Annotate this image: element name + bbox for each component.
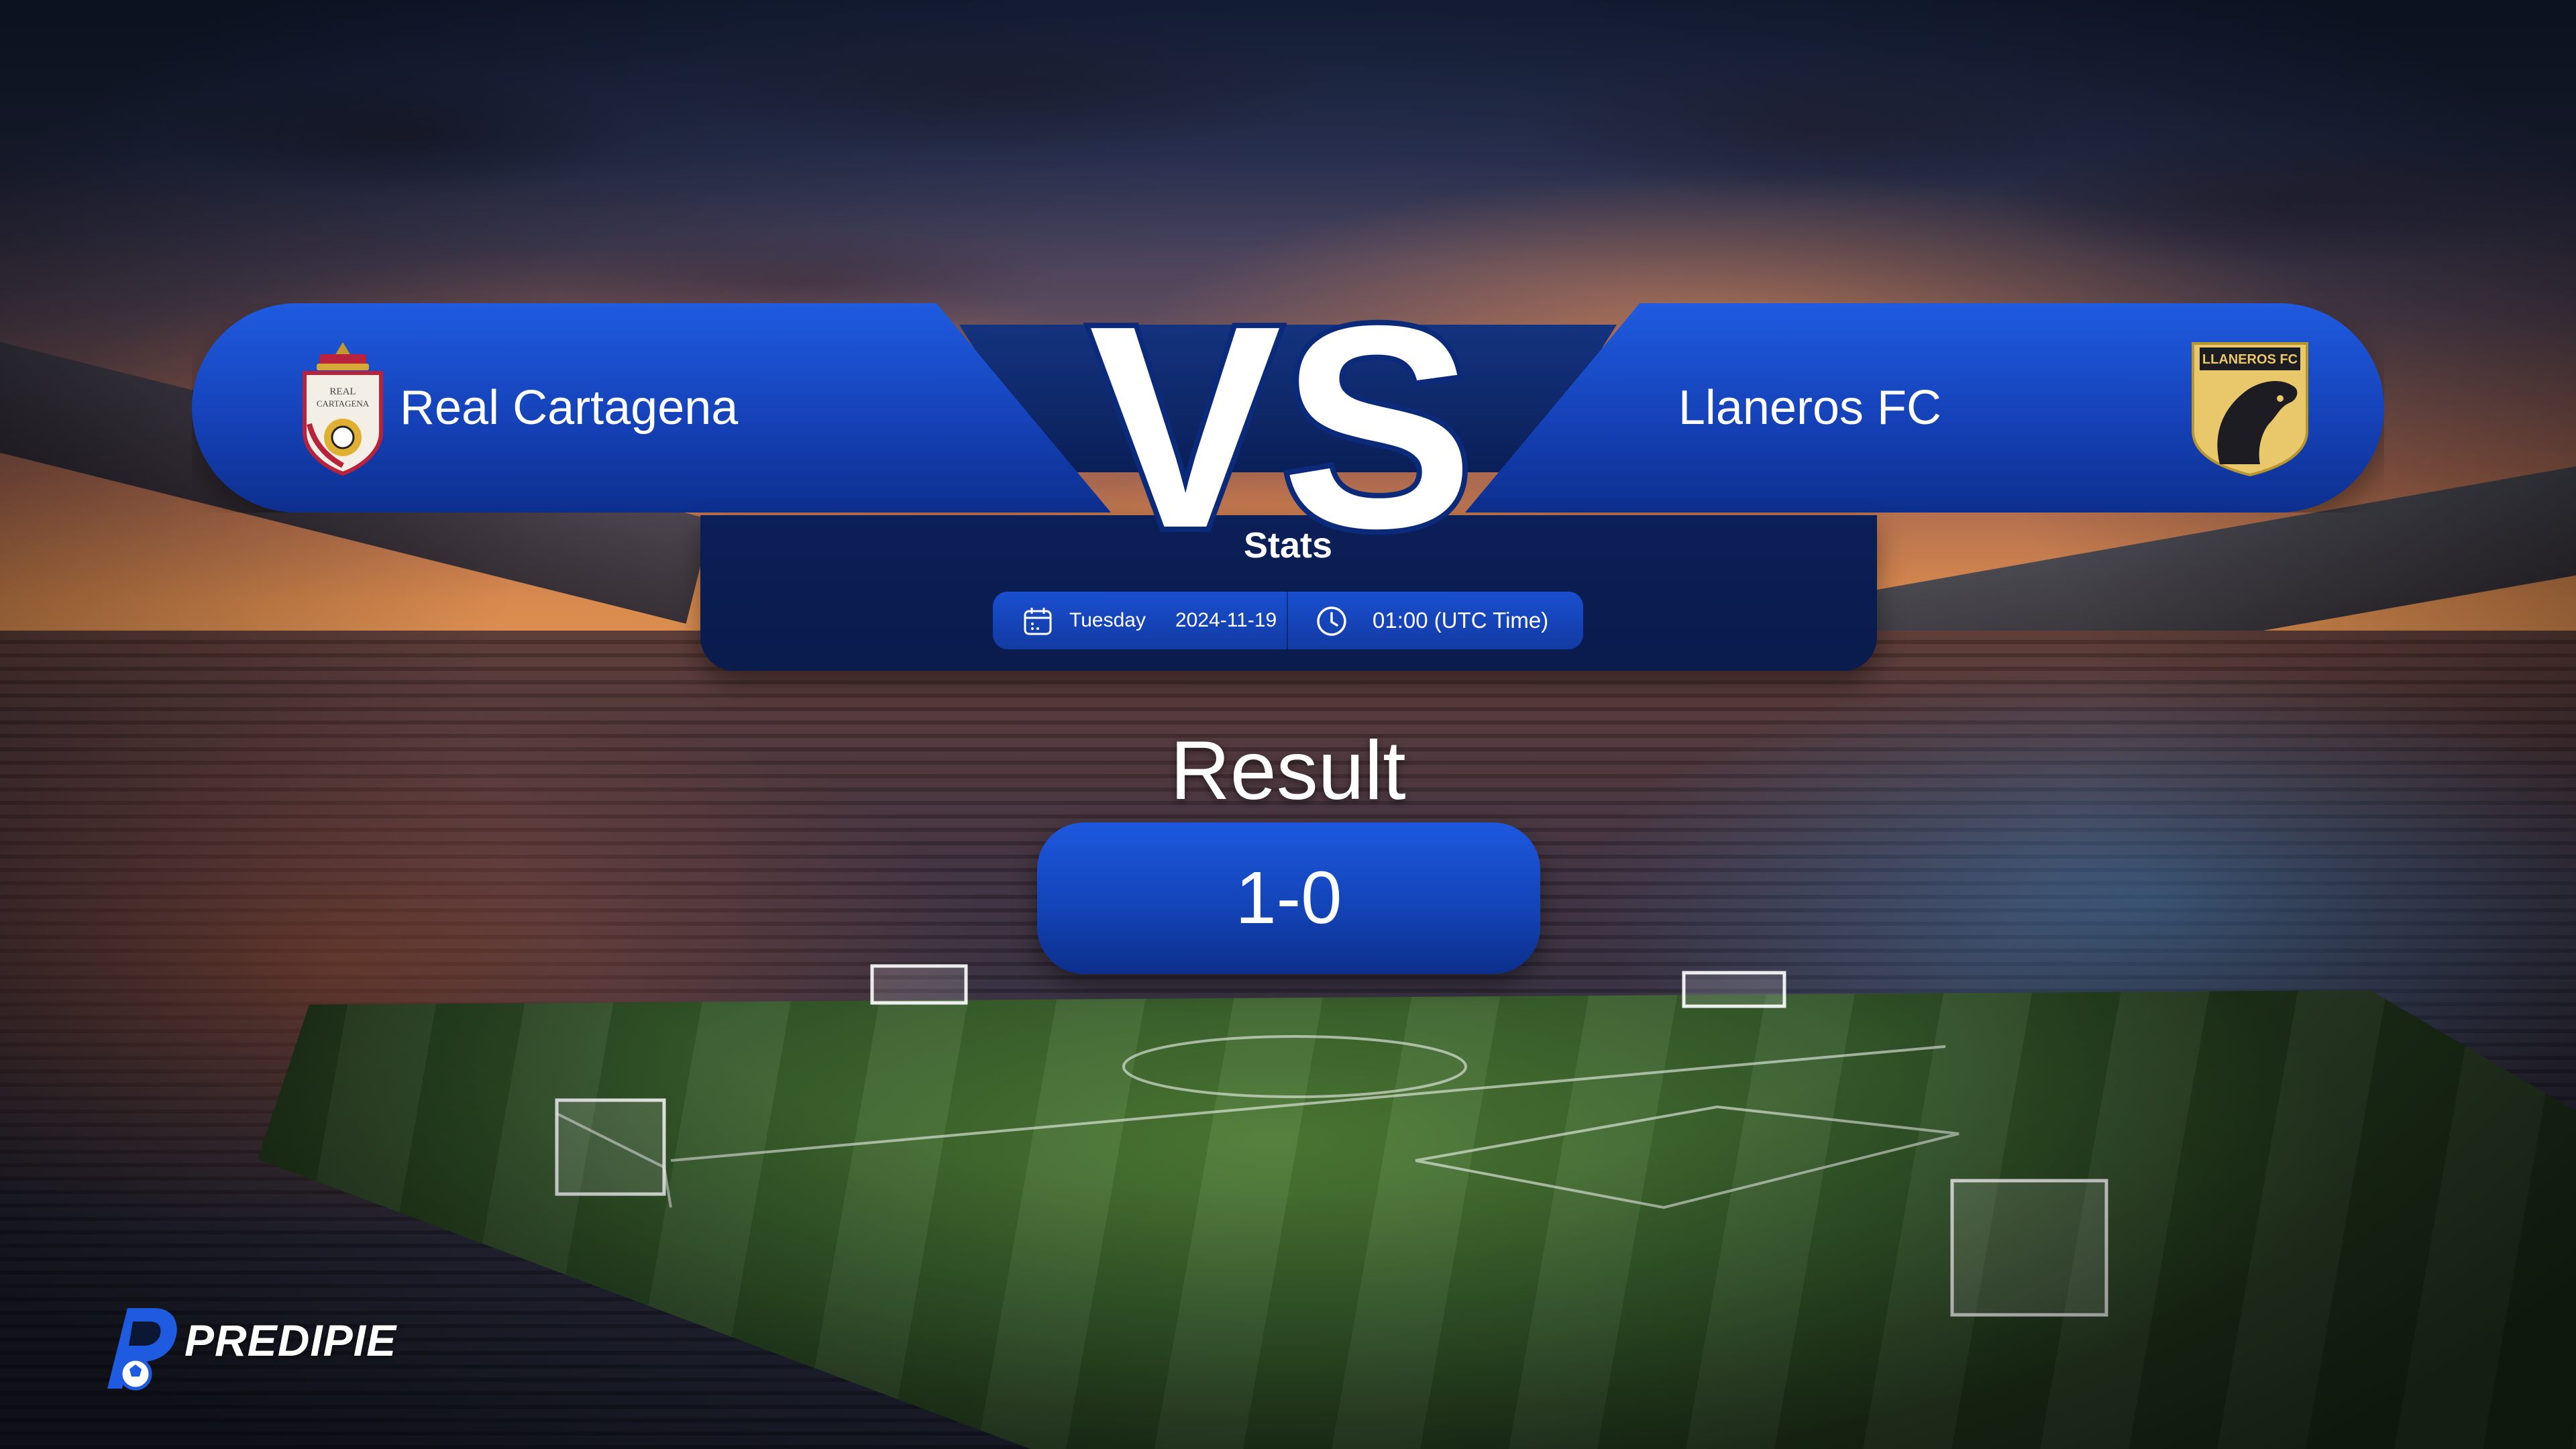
predipie-brand: PREDIPIE xyxy=(80,1295,429,1395)
match-date: 2024-11-19 xyxy=(1175,609,1277,631)
svg-text:CARTAGENA: CARTAGENA xyxy=(317,398,370,409)
result-label: Result xyxy=(1170,724,1406,817)
stats-title: Stats xyxy=(1243,525,1333,566)
home-team-name: Real Cartagena xyxy=(400,381,739,435)
match-time: 01:00 (UTC Time) xyxy=(1373,608,1549,633)
svg-text:REAL: REAL xyxy=(329,386,356,397)
vs-graphic: VS xyxy=(1083,275,1479,543)
llaneros-fc-crest-icon: LLANEROS FC xyxy=(2192,342,2308,477)
score-box: 1-0 xyxy=(1037,822,1540,974)
brand-name: PREDIPIE xyxy=(184,1316,397,1365)
match-datetime-bar: Tuesday 2024-11-19 01:00 (UTC Time) xyxy=(993,592,1583,649)
svg-text:LLANEROS FC: LLANEROS FC xyxy=(2202,352,2298,367)
match-day: Tuesday xyxy=(1069,609,1146,631)
predipie-logo-icon xyxy=(107,1308,177,1391)
real-cartagena-crest-icon: REAL CARTAGENA xyxy=(303,342,383,476)
away-team-name: Llaneros FC xyxy=(1678,381,1941,435)
vs-label: VS xyxy=(1089,275,1474,543)
clock-icon xyxy=(1317,606,1346,636)
calendar-icon xyxy=(1024,608,1052,635)
final-score: 1-0 xyxy=(1235,857,1342,939)
datebar-divider xyxy=(1287,592,1288,649)
